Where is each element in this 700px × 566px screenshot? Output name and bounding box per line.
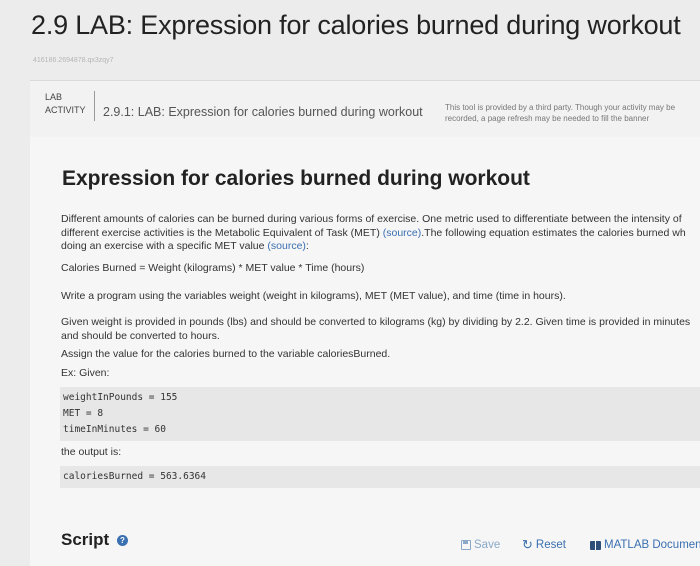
banner-divider [94,91,95,121]
output-label: the output is: [61,446,122,458]
script-label: Script ? [61,530,128,550]
given-line1: Given weight is provided in pounds (lbs)… [61,316,691,328]
lab-activity-tag: LAB ACTIVITY [45,91,97,117]
example-label: Ex: Given: [61,367,110,379]
content-heading: Expression for calories burned during wo… [62,167,530,190]
equation-text: Calories Burned = Weight (kilograms) * M… [61,262,365,274]
page-id: 416186.2694878.qx3zqy7 [33,57,114,64]
source-link-1[interactable]: (source) [383,227,422,239]
help-icon[interactable]: ? [116,535,128,546]
lab-activity-name: 2.9.1: LAB: Expression for calories burn… [103,105,423,119]
save-button[interactable]: Save [461,539,500,551]
code-line: weightInPounds = 155 [63,392,178,403]
intro-paragraph: Different amounts of calories can be bur… [61,213,700,254]
example-output-code: caloriesBurned = 563.6364 [60,466,700,488]
intro-line1: Different amounts of calories can be bur… [61,213,682,225]
assign-text: Assign the value for the calories burned… [61,348,391,360]
save-label: Save [474,539,501,551]
intro-line2: different exercise activities is the Met… [61,227,700,241]
code-line: timeInMinutes = 60 [63,424,166,435]
intro-line2-text: different exercise activities is the Met… [61,226,383,239]
instruction-text: Write a program using the variables weig… [61,290,566,302]
lab-activity-banner: LAB ACTIVITY 2.9.1: LAB: Expression for … [30,80,700,139]
source-link-2[interactable]: (source) [267,240,306,252]
documentation-label: MATLAB Documentation [604,539,700,551]
lab-content: Expression for calories burned during wo… [30,137,700,566]
lab-tag-line2: ACTIVITY [45,105,86,115]
example-input-code: weightInPounds = 155 MET = 8 timeInMinut… [60,387,700,441]
given-line2: and should be converted to hours. [61,329,220,342]
lab-tag-line1: LAB [45,92,63,102]
reset-label: Reset [535,539,566,551]
book-icon [590,540,601,550]
save-icon [461,540,471,550]
reset-icon: ↻ [522,537,533,552]
code-line: caloriesBurned = 563.6364 [63,471,206,482]
notice-line1: This tool is provided by a third party. … [445,103,676,112]
third-party-notice: This tool is provided by a third party. … [445,102,700,124]
script-title: Script [61,530,110,549]
intro-line3-text-end: : [305,240,309,252]
intro-line3-text: doing an exercise with a specific MET va… [61,240,268,252]
page-title: 2.9 LAB: Expression for calories burned … [31,10,681,40]
intro-line2-text-end: .The following equation estimates the ca… [421,226,686,239]
given-paragraph: Given weight is provided in pounds (lbs)… [61,316,700,343]
intro-line3: doing an exercise with a specific MET va… [61,240,700,254]
reset-button[interactable]: ↻ Reset [522,537,566,552]
matlab-documentation-button[interactable]: MATLAB Documentation [590,539,700,551]
notice-line2: recorded, a page refresh may be needed t… [445,114,650,123]
code-line: MET = 8 [63,408,104,419]
